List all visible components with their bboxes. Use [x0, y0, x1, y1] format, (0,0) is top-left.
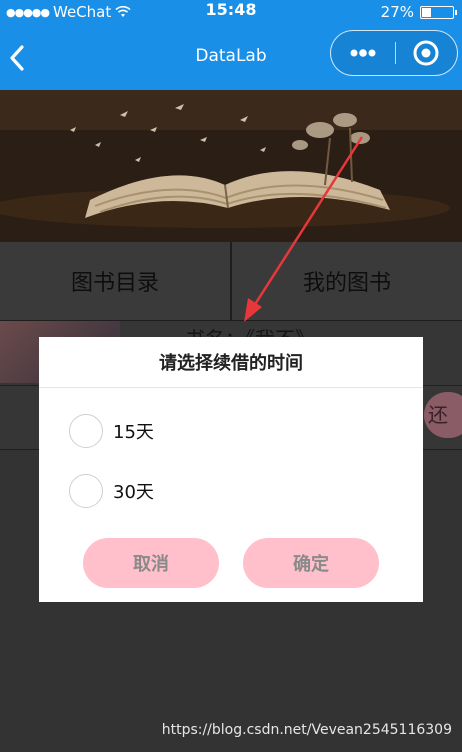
tab-my-books[interactable]: 我的图书: [230, 242, 462, 320]
banner-image: [0, 90, 462, 241]
tab-book-catalog[interactable]: 图书目录: [0, 242, 230, 320]
capsule-divider: [395, 42, 396, 64]
close-button[interactable]: [411, 39, 441, 67]
more-button[interactable]: [341, 39, 387, 67]
open-book-illustration: [0, 90, 462, 241]
mini-program-capsule: [330, 30, 458, 76]
option-label: 30天: [113, 482, 154, 503]
renew-dialog: 请选择续借的时间 15天 30天 取消 确定: [39, 337, 423, 602]
battery-area: 27%: [380, 3, 457, 21]
cancel-button[interactable]: 取消: [83, 538, 219, 588]
option-30-days[interactable]: 30天: [69, 473, 154, 509]
confirm-button[interactable]: 确定: [243, 538, 379, 588]
tab-bar: 图书目录 我的图书: [0, 241, 462, 322]
radio-button[interactable]: [69, 474, 103, 508]
more-dots-icon: [350, 49, 376, 57]
option-label: 15天: [113, 422, 154, 443]
battery-icon: [420, 5, 457, 19]
dialog-title: 请选择续借的时间: [39, 337, 423, 388]
option-15-days[interactable]: 15天: [69, 413, 154, 449]
watermark: https://blog.csdn.net/Vevean2545116309: [161, 722, 452, 738]
radio-button[interactable]: [69, 414, 103, 448]
status-bar: ●●●●● WeChat 15:48 27%: [0, 0, 462, 24]
target-close-icon: [413, 40, 439, 66]
return-button[interactable]: 还: [424, 392, 462, 438]
battery-percent: 27%: [380, 3, 414, 21]
nav-bar: DataLab: [0, 24, 462, 90]
